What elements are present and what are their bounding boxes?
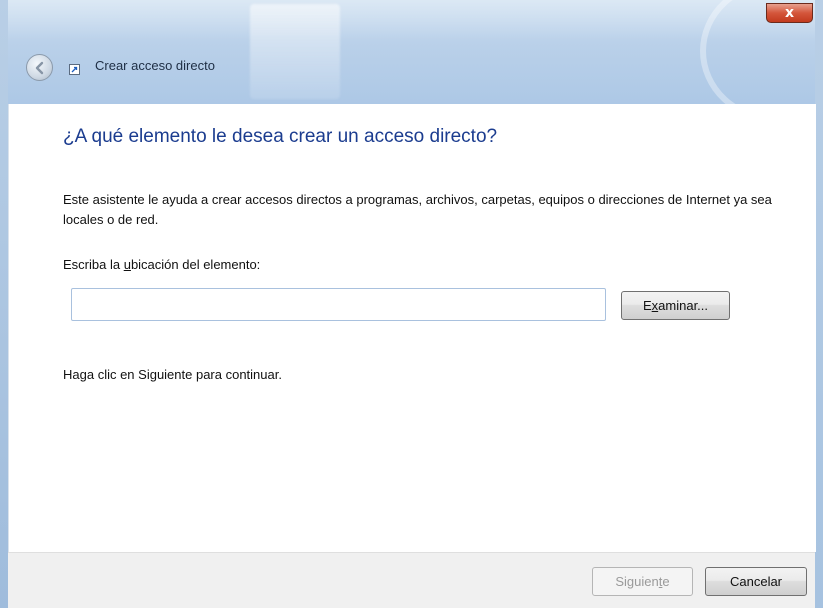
location-input[interactable] bbox=[71, 288, 606, 321]
location-label-mnemonic: u bbox=[123, 257, 131, 272]
create-shortcut-window: x Crear acceso directo ¿A qué elemento l… bbox=[0, 0, 823, 608]
browse-button[interactable]: Ex aminar... bbox=[621, 291, 730, 320]
location-label-rest: bicación del elemento: bbox=[130, 257, 261, 272]
next-button[interactable]: Siguien t e bbox=[592, 567, 693, 596]
window-frame-left bbox=[0, 0, 8, 608]
browse-label: E bbox=[642, 298, 652, 313]
browse-label-rest: aminar... bbox=[658, 298, 709, 313]
titlebar-sheen bbox=[0, 0, 823, 40]
window-frame-right bbox=[815, 0, 823, 608]
location-label: Escriba la ubicación del elemento: bbox=[63, 257, 260, 272]
wizard-description: Este asistente le ayuda a crear accesos … bbox=[63, 192, 772, 227]
back-button[interactable] bbox=[26, 54, 53, 81]
wizard-footer: Siguien t e Cancelar bbox=[8, 552, 815, 608]
close-icon: x bbox=[784, 5, 795, 21]
continue-hint: Haga clic en Siguiente para continuar. bbox=[63, 367, 282, 382]
wizard-heading: ¿A qué elemento le desea crear un acceso… bbox=[63, 126, 498, 147]
back-arrow-icon bbox=[35, 61, 43, 74]
title-bar: x Crear acceso directo bbox=[0, 0, 823, 104]
window-title: Crear acceso directo bbox=[95, 58, 215, 73]
wizard-content: ¿A qué elemento le desea crear un acceso… bbox=[8, 104, 816, 552]
close-button[interactable]: x bbox=[766, 3, 813, 23]
shortcut-icon bbox=[68, 63, 80, 75]
location-label-text: Escriba la bbox=[63, 257, 124, 272]
background-glare bbox=[250, 4, 340, 99]
cancel-button[interactable]: Cancelar bbox=[705, 567, 807, 596]
next-label: Siguien bbox=[615, 574, 659, 589]
next-label-rest: e bbox=[662, 574, 670, 589]
